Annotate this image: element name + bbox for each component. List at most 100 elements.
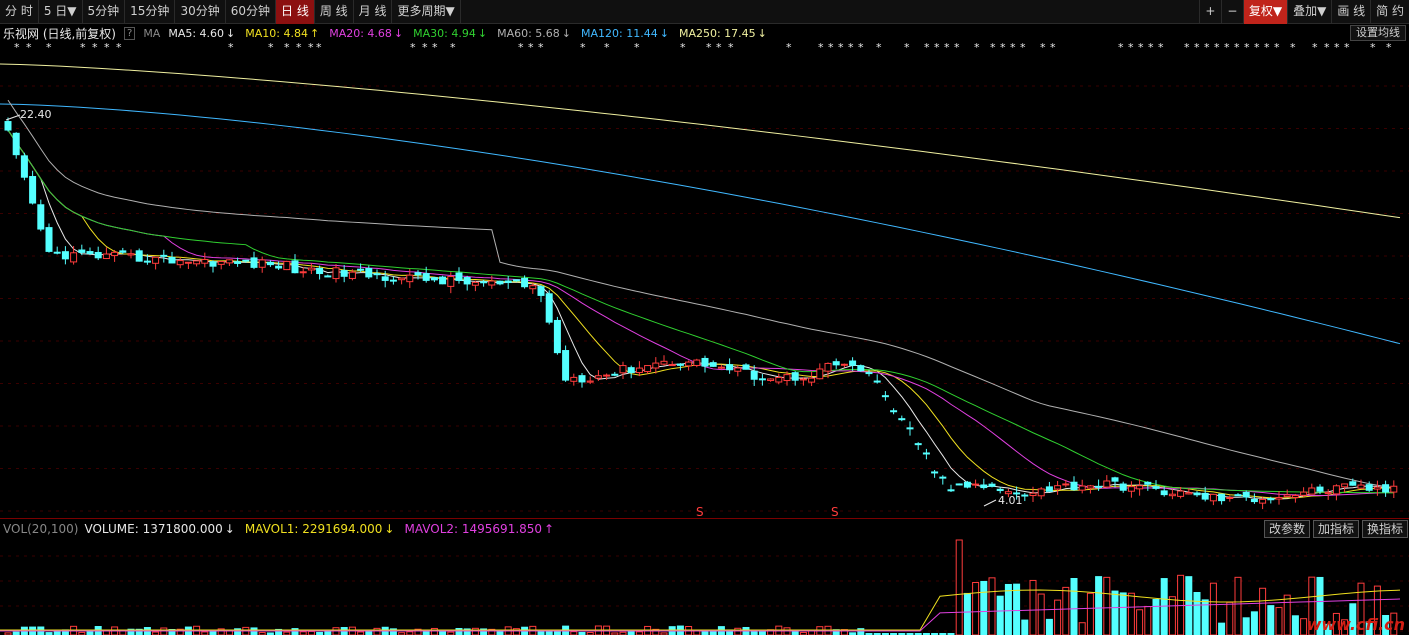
add-indicator-button[interactable]: 加指标 <box>1312 520 1359 538</box>
period-tab[interactable]: 15分钟 <box>125 0 176 24</box>
candle-body <box>783 374 791 382</box>
switch-indicator-button[interactable]: 换指标 <box>1361 520 1408 538</box>
info-star-icon[interactable]: * <box>1386 41 1392 53</box>
period-tab[interactable]: 5 日▼ <box>39 0 83 24</box>
info-star-icon[interactable]: * <box>228 41 234 53</box>
info-star-icon[interactable]: * <box>1148 41 1154 53</box>
simple-mode-button[interactable]: 简 约 <box>1370 0 1409 24</box>
info-star-icon[interactable]: * <box>518 41 524 53</box>
volume-bar <box>988 577 996 635</box>
info-star-icon[interactable]: * <box>838 41 844 53</box>
info-star-icon[interactable]: * <box>848 41 854 53</box>
info-star-icon[interactable]: * <box>1214 41 1220 53</box>
info-star-icon[interactable]: * <box>1264 41 1270 53</box>
adjust-price-dropdown[interactable]: 复权▼ <box>1242 0 1288 24</box>
info-star-icon[interactable]: * <box>680 41 686 53</box>
candlestick-chart[interactable]: 22.40 4.01 S S <box>0 54 1409 516</box>
sell-signal-marker[interactable]: S <box>831 505 839 516</box>
info-star-icon[interactable]: * <box>1344 41 1350 53</box>
zoom-out-button[interactable]: − <box>1220 0 1243 24</box>
info-star-icon[interactable]: * <box>26 41 32 53</box>
overlay-dropdown[interactable]: 叠加▼ <box>1287 0 1331 24</box>
info-star-icon[interactable]: * <box>1020 41 1026 53</box>
info-star-icon[interactable]: * <box>1370 41 1376 53</box>
info-star-icon[interactable]: * <box>1194 41 1200 53</box>
info-star-icon[interactable]: * <box>1324 41 1330 53</box>
info-star-icon[interactable]: * <box>1312 41 1318 53</box>
info-star-icon[interactable]: * <box>1050 41 1056 53</box>
candle-body <box>283 260 291 271</box>
info-star-icon[interactable]: * <box>934 41 940 53</box>
info-star-icon[interactable]: * <box>92 41 98 53</box>
ma-value: MA20: 4.68 ↓ <box>329 27 403 40</box>
info-star-icon[interactable]: * <box>46 41 52 53</box>
info-star-icon[interactable]: * <box>1234 41 1240 53</box>
info-star-icon[interactable]: * <box>858 41 864 53</box>
info-star-icon[interactable]: * <box>604 41 610 53</box>
info-star-icon[interactable]: * <box>1254 41 1260 53</box>
period-tab[interactable]: 周 线 <box>315 0 354 24</box>
draw-line-button[interactable]: 画 线 <box>1331 0 1370 24</box>
info-star-icon[interactable]: * <box>1204 41 1210 53</box>
info-star-icon[interactable]: * <box>450 41 456 53</box>
info-star-icon[interactable]: * <box>904 41 910 53</box>
info-star-icon[interactable]: * <box>974 41 980 53</box>
info-star-icon[interactable]: * <box>1244 41 1250 53</box>
info-star-icon[interactable]: * <box>716 41 722 53</box>
info-star-icon[interactable]: * <box>14 41 20 53</box>
info-star-icon[interactable]: * <box>580 41 586 53</box>
info-star-icon[interactable]: * <box>1040 41 1046 53</box>
info-star-icon[interactable]: * <box>1000 41 1006 53</box>
info-star-icon[interactable]: * <box>786 41 792 53</box>
info-star-icon[interactable]: * <box>728 41 734 53</box>
info-star-icon[interactable]: * <box>990 41 996 53</box>
info-star-icon[interactable]: * <box>410 41 416 53</box>
info-star-icon[interactable]: * <box>818 41 824 53</box>
sell-signal-marker[interactable]: S <box>696 505 704 516</box>
period-tab[interactable]: 更多周期▼ <box>392 0 461 24</box>
candle-body <box>340 270 348 277</box>
info-star-icon[interactable]: * <box>422 41 428 53</box>
info-star-icon[interactable]: * <box>1224 41 1230 53</box>
help-icon[interactable]: ? <box>124 26 136 40</box>
info-star-icon[interactable]: * <box>308 41 314 53</box>
zoom-in-button[interactable]: + <box>1198 0 1221 24</box>
info-star-icon[interactable]: * <box>268 41 274 53</box>
info-star-icon[interactable]: * <box>1010 41 1016 53</box>
info-star-icon[interactable]: * <box>876 41 882 53</box>
info-star-icon[interactable]: * <box>1128 41 1134 53</box>
volume-chart[interactable] <box>0 538 1409 635</box>
info-star-icon[interactable]: * <box>944 41 950 53</box>
info-star-icon[interactable]: * <box>316 41 322 53</box>
info-star-icon[interactable]: * <box>1118 41 1124 53</box>
info-star-icon[interactable]: * <box>104 41 110 53</box>
period-tab[interactable]: 30分钟 <box>175 0 226 24</box>
info-star-icon[interactable]: * <box>828 41 834 53</box>
info-star-icon[interactable]: * <box>634 41 640 53</box>
period-tab[interactable]: 月 线 <box>354 0 393 24</box>
info-star-icon[interactable]: * <box>1158 41 1164 53</box>
info-star-icon[interactable]: * <box>924 41 930 53</box>
period-tab[interactable]: 5分钟 <box>83 0 126 24</box>
info-star-icon[interactable]: * <box>706 41 712 53</box>
info-star-icon[interactable]: * <box>954 41 960 53</box>
info-star-icon[interactable]: * <box>116 41 122 53</box>
info-star-icon[interactable]: * <box>80 41 86 53</box>
info-star-icon[interactable]: * <box>432 41 438 53</box>
info-star-icon[interactable]: * <box>1290 41 1296 53</box>
info-star-icon[interactable]: * <box>528 41 534 53</box>
set-ma-button[interactable]: 设置均线 <box>1350 25 1406 41</box>
info-star-icon[interactable]: * <box>296 41 302 53</box>
ma-indicator-label[interactable]: MA <box>143 27 160 40</box>
info-star-icon[interactable]: * <box>538 41 544 53</box>
volume-indicator-name[interactable]: VOL(20,100) <box>3 522 78 536</box>
period-tab[interactable]: 分 时 <box>0 0 39 24</box>
info-star-icon[interactable]: * <box>1184 41 1190 53</box>
period-tab[interactable]: 日 线 <box>276 0 315 24</box>
info-star-icon[interactable]: * <box>1138 41 1144 53</box>
info-star-icon[interactable]: * <box>1274 41 1280 53</box>
info-star-icon[interactable]: * <box>1334 41 1340 53</box>
edit-params-button[interactable]: 改参数 <box>1263 520 1310 538</box>
period-tab[interactable]: 60分钟 <box>226 0 276 24</box>
info-star-icon[interactable]: * <box>284 41 290 53</box>
